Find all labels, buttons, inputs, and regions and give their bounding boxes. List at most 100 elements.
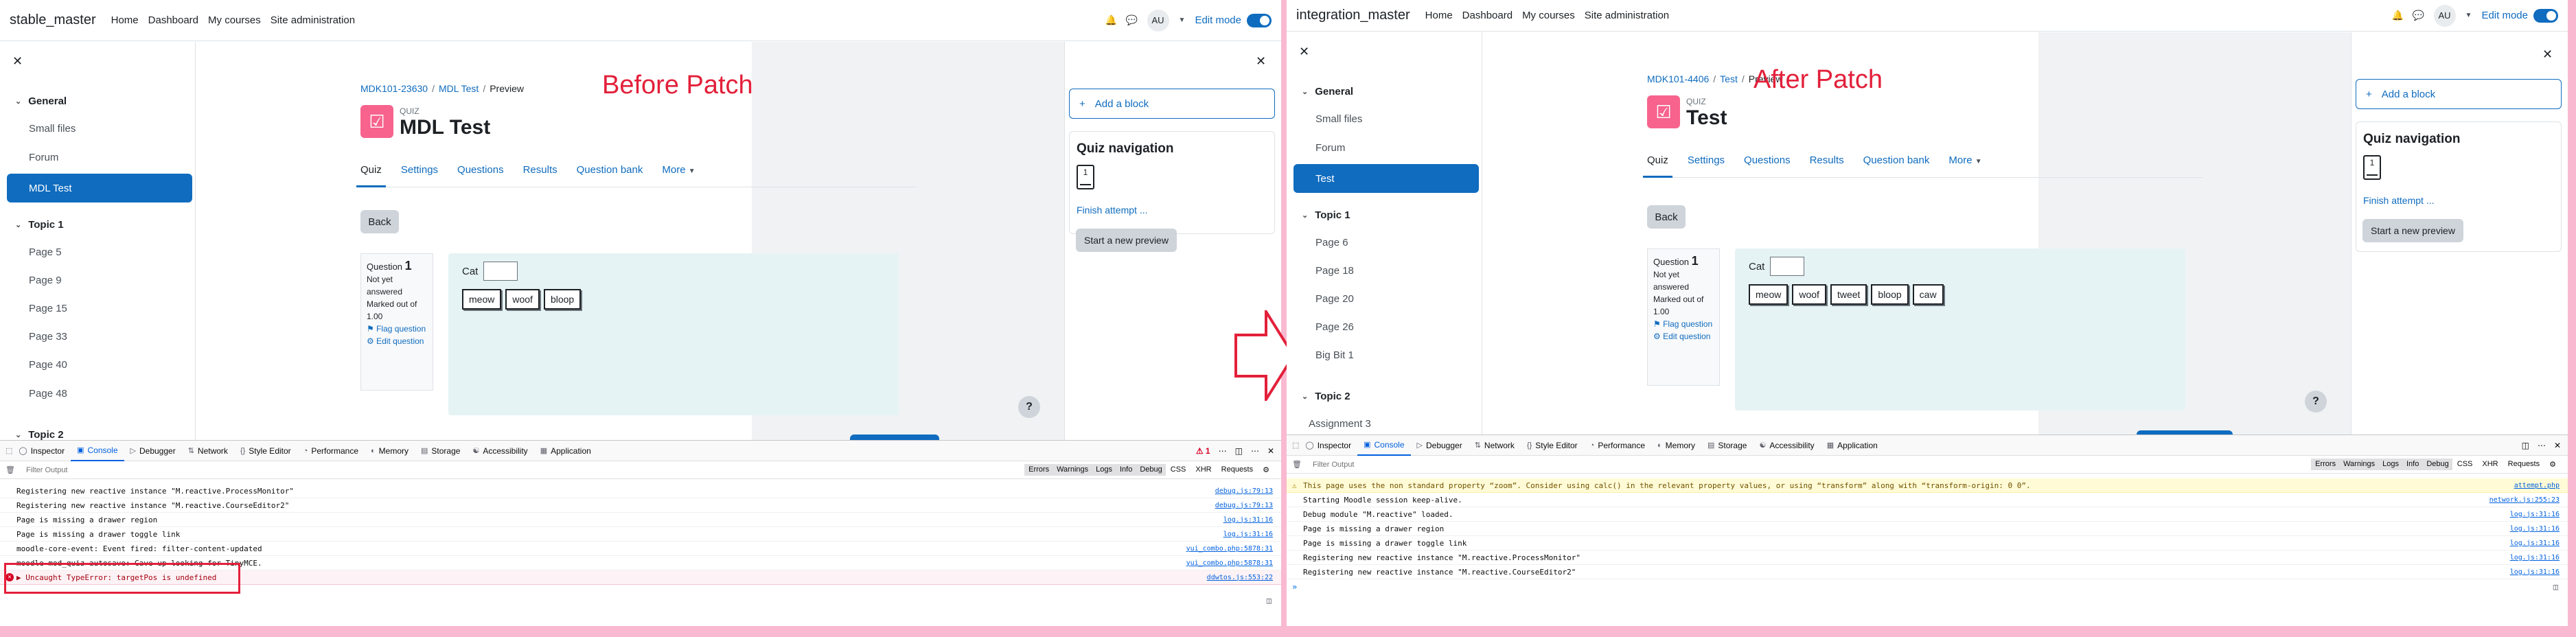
filter-debug[interactable]: Debug: [1136, 464, 1166, 476]
close-icon[interactable]: ✕: [2554, 441, 2561, 450]
drag-choice[interactable]: bloop: [543, 289, 582, 310]
tab-quiz[interactable]: Quiz: [356, 160, 386, 187]
new-preview-button[interactable]: Start a new preview: [1076, 229, 1177, 252]
nav-site-admin[interactable]: Site administration: [271, 14, 355, 26]
tab-more[interactable]: More ▼: [1948, 150, 1981, 177]
devtools-tab-performance[interactable]: ◔ Performance: [297, 441, 365, 461]
close-icon[interactable]: ✕: [1267, 446, 1274, 456]
add-block-button[interactable]: + Add a block: [2356, 79, 2562, 109]
source-link[interactable]: debug.js:79:13: [1215, 487, 1273, 495]
filter-info[interactable]: Info: [2402, 459, 2423, 470]
help-icon[interactable]: ?: [2305, 391, 2327, 413]
avatar[interactable]: AU: [1147, 9, 1169, 32]
tab-settings[interactable]: Settings: [401, 160, 438, 187]
chevron-down-icon[interactable]: ▼: [1179, 16, 1186, 24]
course-index-item[interactable]: Page 26: [1315, 321, 1354, 333]
devtools-tab-storage[interactable]: ▤ Storage: [1701, 435, 1753, 456]
course-index-item[interactable]: Page 5: [29, 246, 62, 258]
section-topic-2[interactable]: ⌄ Topic 2: [15, 429, 64, 440]
split-console-icon[interactable]: ◫: [1267, 596, 1272, 605]
course-index-item[interactable]: Page 18: [1315, 265, 1354, 277]
tab-quiz[interactable]: Quiz: [1643, 150, 1672, 178]
chevron-down-icon[interactable]: ⌄: [1302, 392, 1308, 401]
error-count-badge[interactable]: ⚠ 1: [1196, 446, 1210, 456]
close-icon[interactable]: ✕: [12, 54, 23, 69]
devtools-tab-application[interactable]: ▦ Application: [534, 441, 597, 461]
dock-icon[interactable]: ◫: [1235, 446, 1243, 456]
source-link[interactable]: log.js:31:16: [1223, 531, 1273, 538]
nav-my-courses[interactable]: My courses: [208, 14, 261, 26]
devtools-tab-memory[interactable]: ◐ Memory: [1651, 435, 1701, 456]
source-link[interactable]: network.js:255:23: [2489, 496, 2560, 504]
nav-dashboard[interactable]: Dashboard: [148, 14, 198, 26]
filter-debug[interactable]: Debug: [2422, 459, 2452, 470]
chevron-down-icon[interactable]: ⌄: [1302, 87, 1308, 96]
course-index-item[interactable]: Page 40: [29, 359, 67, 371]
drag-choice[interactable]: woof: [1792, 284, 1826, 305]
devtools-tab-accessibility[interactable]: ☯ Accessibility: [466, 441, 533, 461]
drag-choice[interactable]: bloop: [1871, 284, 1909, 305]
source-link[interactable]: yui_combo.php:5878:31: [1186, 545, 1273, 553]
course-index-item[interactable]: Page 15: [29, 303, 67, 314]
drag-choice[interactable]: meow: [462, 289, 502, 310]
toggle-switch[interactable]: [2533, 8, 2558, 23]
chevron-down-icon[interactable]: ⌄: [15, 97, 21, 106]
chat-icon[interactable]: 💬: [2413, 10, 2424, 21]
course-index-item[interactable]: Assignment 3: [1309, 418, 1371, 430]
course-index-item[interactable]: Small files: [29, 123, 76, 135]
tab-results[interactable]: Results: [523, 160, 557, 187]
edit-mode-toggle[interactable]: Edit mode: [2481, 8, 2558, 23]
source-link[interactable]: attempt.php: [2514, 482, 2560, 489]
drag-choice[interactable]: woof: [505, 289, 540, 310]
breadcrumb-item[interactable]: MDK101-23630: [360, 83, 428, 94]
drop-zone[interactable]: [483, 262, 518, 281]
devtools-tab-accessibility[interactable]: ☯ Accessibility: [1753, 435, 1820, 456]
more-icon[interactable]: ⋯: [1251, 446, 1259, 456]
filter-input[interactable]: Filter Output: [26, 466, 68, 474]
back-button[interactable]: Back: [1647, 205, 1686, 229]
source-link[interactable]: log.js:31:16: [2510, 525, 2560, 533]
section-general[interactable]: ⌄ General: [15, 95, 67, 107]
filter-warnings[interactable]: Warnings: [1053, 464, 1092, 476]
gear-icon[interactable]: ⚙: [2544, 459, 2561, 470]
course-index-item[interactable]: Forum: [1315, 142, 1345, 154]
tab-question-bank[interactable]: Question bank: [1863, 150, 1930, 177]
filter-css[interactable]: CSS: [1166, 464, 1191, 476]
gear-icon[interactable]: ⚙: [1258, 464, 1274, 476]
filter-logs[interactable]: Logs: [1092, 464, 1116, 476]
site-name[interactable]: stable_master: [10, 12, 96, 28]
chevron-down-icon[interactable]: ⌄: [1302, 211, 1308, 220]
source-link[interactable]: yui_combo.php:5878:31: [1186, 559, 1273, 567]
more-icon[interactable]: ⋯: [2538, 441, 2546, 450]
nav-my-courses[interactable]: My courses: [1522, 10, 1575, 21]
tab-results[interactable]: Results: [1810, 150, 1844, 177]
breadcrumb-item[interactable]: MDL Test: [439, 83, 479, 94]
course-index-item[interactable]: Big Bit 1: [1315, 349, 1354, 361]
new-preview-button[interactable]: Start a new preview: [2362, 219, 2463, 242]
course-index-item-active[interactable]: Test: [1293, 164, 1479, 193]
section-general[interactable]: ⌄ General: [1302, 86, 1353, 97]
drag-choice[interactable]: meow: [1749, 284, 1789, 305]
quiz-nav-question-button[interactable]: 1: [2363, 155, 2381, 180]
filter-input[interactable]: Filter Output: [1313, 461, 1355, 469]
devtools-tab-style-editor[interactable]: {} Style Editor: [1521, 435, 1584, 456]
devtools-tab-memory[interactable]: ◐ Memory: [365, 441, 415, 461]
devtools-tab-style-editor[interactable]: {} Style Editor: [234, 441, 297, 461]
bell-icon[interactable]: 🔔: [1105, 14, 1117, 26]
dock-icon[interactable]: ◫: [2522, 441, 2529, 450]
filter-xhr[interactable]: XHR: [1191, 464, 1216, 476]
source-link[interactable]: log.js:31:16: [1223, 516, 1273, 524]
nav-dashboard[interactable]: Dashboard: [1462, 10, 1513, 21]
section-topic-1[interactable]: ⌄ Topic 1: [15, 219, 64, 231]
nav-home[interactable]: Home: [111, 14, 139, 26]
toggle-switch[interactable]: [1247, 13, 1272, 27]
devtools-tab-console[interactable]: ▣ Console: [71, 441, 124, 461]
filter-logs[interactable]: Logs: [2378, 459, 2402, 470]
edit-mode-toggle[interactable]: Edit mode: [1195, 13, 1272, 27]
drag-choice[interactable]: tweet: [1830, 284, 1867, 305]
help-icon[interactable]: ?: [1018, 396, 1040, 418]
devtools-tab-network[interactable]: ⇅ Network: [1469, 435, 1521, 456]
close-icon[interactable]: ✕: [1299, 45, 1309, 59]
more-icon[interactable]: ⋯: [1219, 446, 1227, 456]
add-block-button[interactable]: + Add a block: [1069, 89, 1275, 119]
